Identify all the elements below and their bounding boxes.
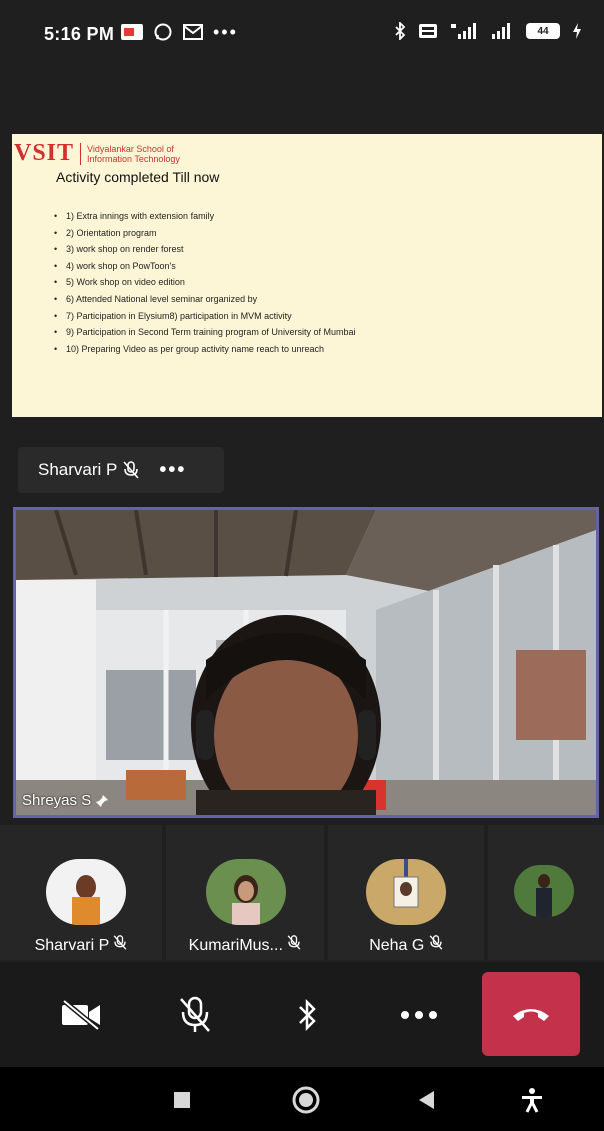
- logo-divider: [80, 142, 82, 165]
- logo-sub-line2: Information Technology: [87, 153, 180, 164]
- participant-tile[interactable]: Neha G: [328, 825, 484, 960]
- muted-mic-icon: [429, 935, 443, 954]
- charging-icon: [572, 23, 582, 39]
- list-item: 5) Work shop on video edition: [54, 274, 355, 291]
- more-dots-icon: [401, 1011, 437, 1019]
- status-icons-right: 44: [394, 22, 582, 40]
- main-video-tile[interactable]: Shreyas S: [13, 507, 599, 818]
- notification-flag-icon: [121, 24, 143, 40]
- video-participant-label: Shreyas S: [22, 792, 109, 809]
- avatar: [366, 859, 446, 925]
- participant-tile[interactable]: [488, 825, 604, 960]
- camera-off-icon: [62, 1000, 100, 1030]
- participant-tile[interactable]: KumariMus...: [166, 825, 324, 960]
- muted-mic-icon: [287, 935, 301, 954]
- accessibility-button[interactable]: [512, 1085, 552, 1115]
- status-icons-left: •••: [121, 22, 238, 42]
- end-call-button[interactable]: [482, 972, 580, 1056]
- shared-presentation[interactable]: VSIT Vidyalankar School of Information T…: [12, 134, 602, 417]
- avatar: [514, 865, 574, 917]
- whatsapp-icon: [153, 22, 173, 42]
- list-item: 6) Attended National level seminar organ…: [54, 291, 355, 308]
- status-time: 5:16 PM: [44, 24, 115, 44]
- participant-label: Neha G: [328, 935, 484, 955]
- more-options-icon[interactable]: •••: [159, 459, 186, 482]
- muted-mic-icon: [113, 935, 127, 954]
- participant-label: Sharvari P: [0, 935, 162, 955]
- home-button[interactable]: [286, 1085, 326, 1115]
- participant-label: KumariMus...: [166, 935, 324, 955]
- slide-title: Activity completed Till now: [56, 169, 220, 185]
- participant-name: Sharvari P: [34, 937, 109, 954]
- system-nav-bar: [0, 1067, 604, 1131]
- audio-device-button[interactable]: [264, 972, 350, 1058]
- list-item: 10) Preparing Video as per group activit…: [54, 341, 355, 358]
- signal-4g-icon: [450, 22, 478, 40]
- list-item: 4) work shop on PowToon's: [54, 258, 355, 275]
- accessibility-icon: [522, 1088, 542, 1113]
- more-actions-button[interactable]: [376, 972, 462, 1058]
- video-feed: [16, 510, 596, 815]
- bluetooth-icon: [394, 22, 406, 40]
- pin-icon: [95, 794, 109, 808]
- logo-word: VSIT: [14, 140, 75, 166]
- mute-button[interactable]: [152, 972, 238, 1058]
- presenter-name: Sharvari P: [38, 460, 118, 479]
- list-item: 2) Orientation program: [54, 225, 355, 242]
- recent-apps-button[interactable]: [162, 1085, 202, 1115]
- volte-icon: [418, 23, 438, 39]
- hang-up-icon: [513, 1009, 549, 1021]
- participant-strip: Sharvari P KumariMus... Neha G: [0, 825, 604, 960]
- participant-tile[interactable]: Sharvari P: [0, 825, 162, 960]
- avatar: [46, 859, 126, 925]
- participant-name: KumariMus...: [188, 937, 283, 954]
- list-item: 9) Participation in Second Term training…: [54, 324, 355, 341]
- square-icon: [174, 1092, 190, 1108]
- status-bar: 5:16 PM ••• 44: [0, 0, 604, 68]
- presenter-chip[interactable]: Sharvari P •••: [18, 447, 224, 493]
- gmail-icon: [183, 24, 203, 40]
- logo-sub-line1: Vidyalankar School of: [87, 143, 174, 154]
- home-circle-icon: [292, 1086, 320, 1114]
- video-participant-name: Shreyas S: [22, 792, 92, 809]
- mic-off-icon: [180, 996, 210, 1032]
- slide-activity-list: 1) Extra innings with extension family 2…: [54, 208, 355, 357]
- participant-name: Neha G: [369, 937, 425, 954]
- list-item: 3) work shop on render forest: [54, 241, 355, 258]
- camera-off-button[interactable]: [38, 972, 124, 1058]
- avatar: [206, 859, 286, 925]
- signal-icon: [490, 22, 514, 40]
- logo-subtitle: Vidyalankar School of Information Techno…: [87, 144, 180, 164]
- call-controls: [0, 962, 604, 1067]
- bluetooth-icon: [299, 998, 316, 1032]
- list-item: 7) Participation in Elysium8) participat…: [54, 308, 355, 325]
- battery-icon: 44: [526, 23, 560, 39]
- back-button[interactable]: [407, 1085, 447, 1115]
- vsit-logo: VSIT Vidyalankar School of Information T…: [14, 140, 180, 167]
- list-item: 1) Extra innings with extension family: [54, 208, 355, 225]
- muted-mic-icon: [123, 461, 139, 479]
- back-triangle-icon: [419, 1091, 434, 1109]
- more-dots-icon: •••: [213, 22, 238, 42]
